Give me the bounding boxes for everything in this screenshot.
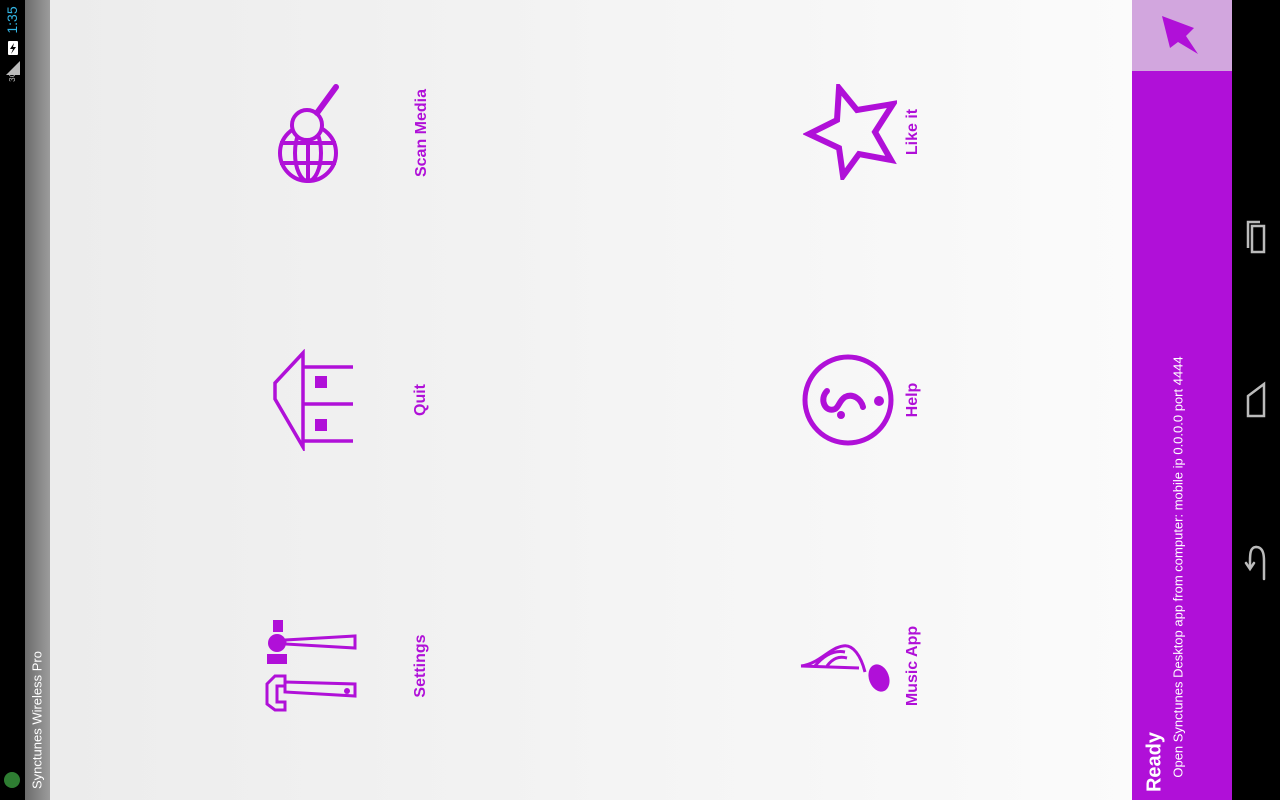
app-title: Synctunes Wireless Pro: [29, 651, 45, 789]
app-logo-icon: [4, 772, 20, 788]
back-nav-icon[interactable]: [1242, 543, 1270, 583]
action-bar: Synctunes Wireless Pro: [25, 0, 50, 800]
house-icon: [273, 349, 353, 451]
connection-info: Open Synctunes Desktop app from computer…: [1170, 356, 1186, 778]
navigation-bar: [1232, 0, 1280, 800]
question-circle-icon: [802, 354, 894, 446]
settings-label: Settings: [412, 634, 429, 698]
help-label: Help: [904, 382, 921, 418]
network-type: 3G: [8, 71, 17, 82]
music-app-label: Music App: [904, 625, 921, 707]
main-menu: Scan Media Like it Quit Help Settings Mu…: [50, 0, 1132, 800]
help-button[interactable]: Help: [795, 345, 935, 455]
battery-charging-icon: [8, 41, 18, 55]
back-button[interactable]: [1132, 0, 1232, 71]
quit-button[interactable]: Quit: [255, 345, 429, 455]
tools-icon: [265, 620, 357, 712]
music-note-icon: [800, 644, 890, 692]
home-icon[interactable]: [1242, 380, 1270, 420]
scan-media-label: Scan Media: [413, 88, 430, 178]
like-it-label: Like it: [904, 108, 921, 156]
music-app-button[interactable]: Music App: [795, 620, 935, 720]
ready-status: Ready: [1143, 731, 1166, 793]
recent-apps-icon[interactable]: [1242, 218, 1270, 258]
status-bar: 1:35 3G: [0, 0, 25, 800]
star-icon: [803, 84, 897, 180]
quit-label: Quit: [412, 384, 429, 416]
like-it-button[interactable]: Like it: [795, 80, 935, 185]
settings-button[interactable]: Settings: [255, 610, 429, 720]
scan-media-button[interactable]: Scan Media: [260, 75, 430, 190]
globe-search-icon: [278, 84, 339, 183]
arrow-icon: [1162, 16, 1198, 54]
status-clock: 1:35: [4, 6, 20, 34]
